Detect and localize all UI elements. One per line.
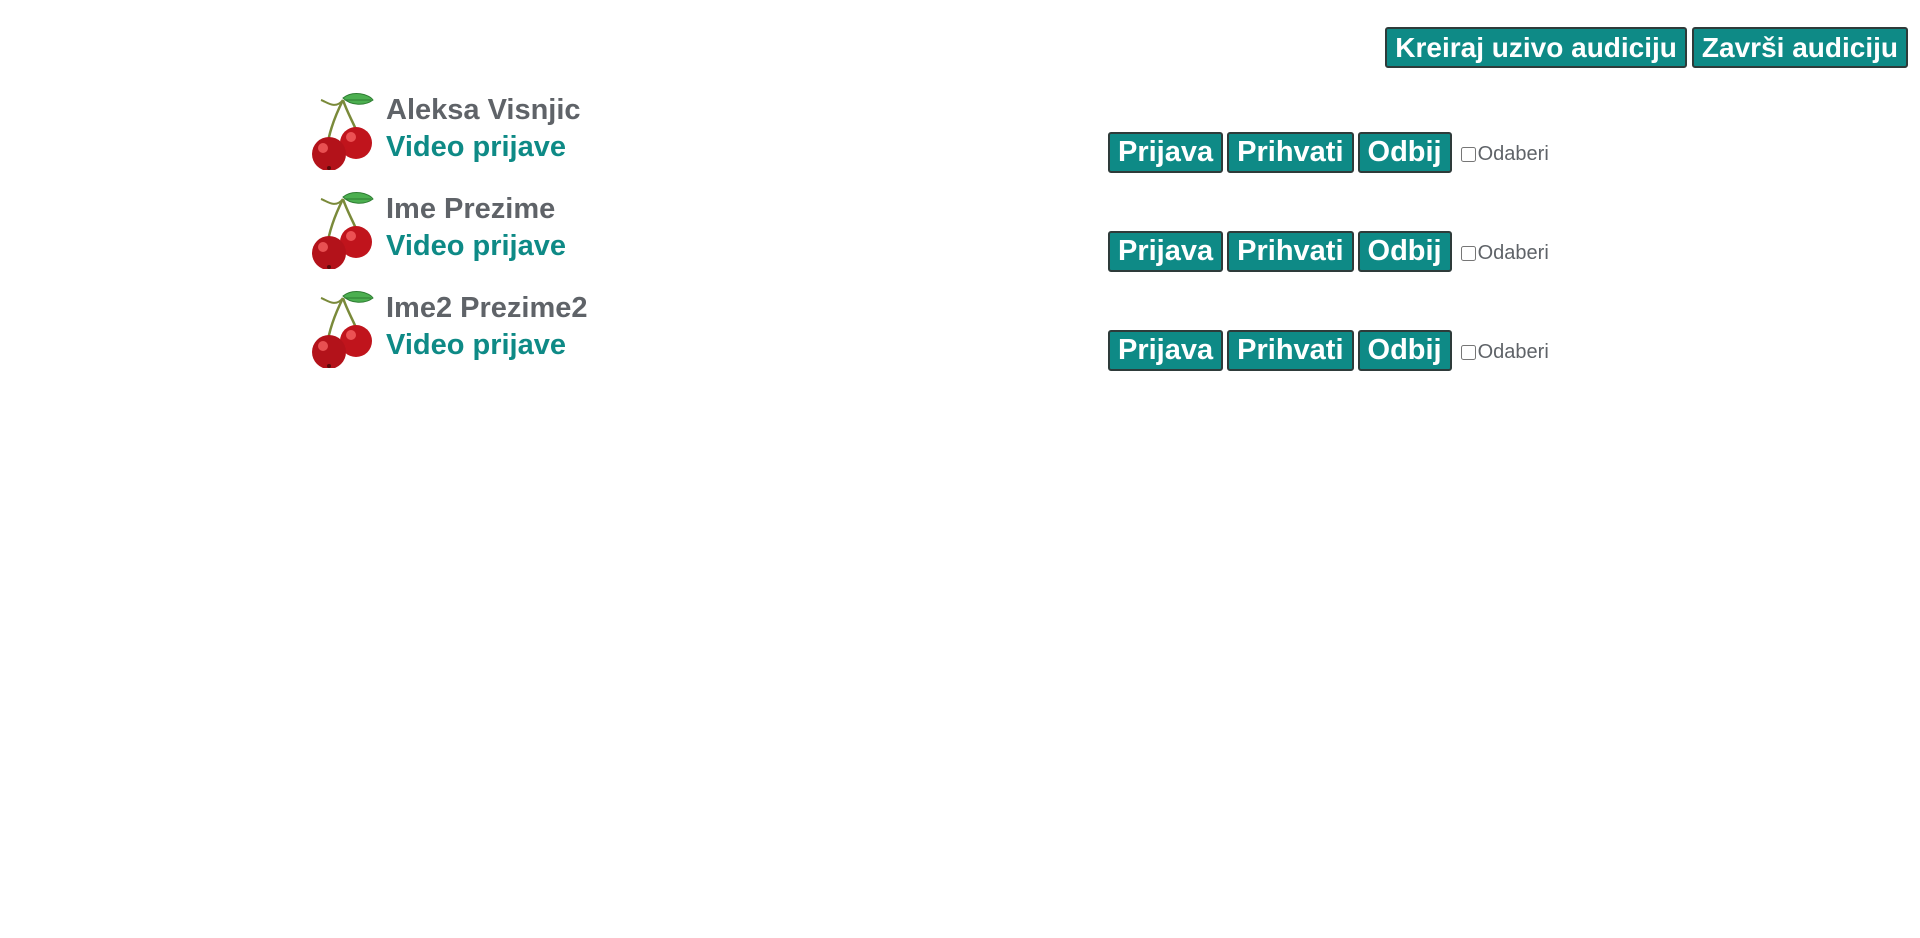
select-label: Odaberi: [1477, 242, 1549, 264]
reject-button[interactable]: Odbij: [1357, 330, 1452, 371]
candidate-info: Ime Prezime Video prijave: [386, 191, 566, 265]
candidate-row: Ime Prezime Video prijave Prijava Prihva…: [309, 191, 1609, 290]
candidate-info: Ime2 Prezime2 Video prijave: [386, 290, 588, 364]
reject-button[interactable]: Odbij: [1357, 231, 1452, 272]
select-control: Odaberi: [1460, 341, 1549, 364]
create-live-audition-button[interactable]: Kreiraj uzivo audiciju: [1385, 27, 1687, 68]
candidate-name: Ime Prezime: [386, 193, 556, 225]
select-control: Odaberi: [1460, 242, 1549, 265]
candidate-name: Ime2 Prezime2: [386, 292, 588, 324]
candidate-name: Aleksa Visnjic: [386, 94, 581, 126]
finish-audition-button[interactable]: Završi audiciju: [1691, 27, 1908, 68]
cherry-icon: [312, 93, 374, 170]
accept-button[interactable]: Prihvati: [1227, 330, 1354, 371]
select-checkbox[interactable]: [1460, 345, 1476, 360]
video-applications-link[interactable]: Video prijave: [386, 230, 566, 262]
application-button[interactable]: Prijava: [1108, 330, 1224, 371]
accept-button[interactable]: Prihvati: [1227, 231, 1354, 272]
video-applications-link[interactable]: Video prijave: [386, 131, 566, 163]
application-button[interactable]: Prijava: [1108, 132, 1224, 173]
select-control: Odaberi: [1460, 143, 1549, 166]
reject-button[interactable]: Odbij: [1357, 132, 1452, 173]
candidate-info: Aleksa Visnjic Video prijave: [386, 92, 581, 166]
accept-button[interactable]: Prihvati: [1227, 132, 1354, 173]
top-actions: Kreiraj uzivo audiciju Završi audiciju: [1385, 27, 1908, 68]
select-checkbox[interactable]: [1460, 246, 1476, 261]
candidate-list: Aleksa Visnjic Video prijave Prijava Pri…: [309, 92, 1609, 389]
candidate-row: Ime2 Prezime2 Video prijave Prijava Prih…: [309, 290, 1609, 389]
select-checkbox[interactable]: [1460, 147, 1476, 162]
application-button[interactable]: Prijava: [1108, 231, 1224, 272]
select-label: Odaberi: [1477, 341, 1549, 363]
cherry-icon: [312, 291, 374, 368]
cherry-icon: [312, 192, 374, 269]
candidate-actions: Prijava Prihvati Odbij Odaberi: [1108, 330, 1549, 371]
candidate-row: Aleksa Visnjic Video prijave Prijava Pri…: [309, 92, 1609, 191]
video-applications-link[interactable]: Video prijave: [386, 329, 566, 361]
select-label: Odaberi: [1477, 143, 1549, 165]
candidate-actions: Prijava Prihvati Odbij Odaberi: [1108, 132, 1549, 173]
candidate-actions: Prijava Prihvati Odbij Odaberi: [1108, 231, 1549, 272]
